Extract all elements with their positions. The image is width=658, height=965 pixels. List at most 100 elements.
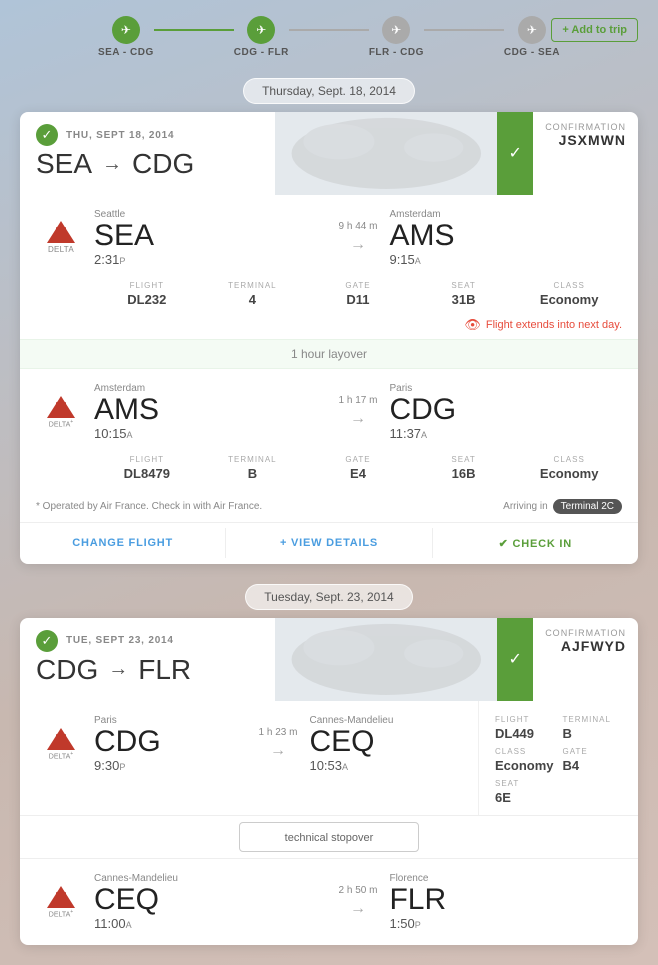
- date-pill-1: Thursday, Sept. 18, 2014: [0, 78, 658, 104]
- card1-f1-dep-code: SEA: [94, 221, 327, 251]
- card2-f1-duration: 1 h 23 m →: [247, 727, 310, 760]
- card2-airline2-name: DELTA+: [49, 909, 73, 918]
- card2-f2-arrow: →: [350, 900, 366, 918]
- card2-confirmation: CONFIRMATION AJFWYD: [533, 618, 638, 701]
- card2-f2-arr-code: FLR: [389, 885, 622, 915]
- card2-header-main: ✓ TUE, SEPT 23, 2014 CDG → FLR: [20, 618, 275, 701]
- nav-line-1: [154, 29, 234, 31]
- card1-f2-departure: Amsterdam AMS 10:15A: [86, 383, 327, 441]
- card1-conf-label: CONFIRMATION: [545, 122, 626, 132]
- card1-f2-arr-time: 11:37A: [389, 426, 622, 441]
- card2-map: [275, 618, 498, 701]
- step-icon-1: ✈: [112, 16, 140, 44]
- card1-status-bar: ✓: [497, 112, 533, 195]
- card2-flight2-row: DELTA+ Cannes-Mandelieu CEQ 11:00A 2 h 5…: [20, 859, 638, 945]
- card2-airline1-name: DELTA+: [49, 751, 73, 760]
- card1-header-main: ✓ THU, SEPT 18, 2014 SEA → CDG: [20, 112, 275, 195]
- card2-f2-dep-city: Cannes-Mandelieu: [94, 873, 327, 884]
- card2-f1-arrival: Cannes-Mandelieu CEQ 10:53A: [309, 715, 462, 773]
- eye-icon: 👁: [464, 317, 481, 333]
- card1-airline2-logo: DELTA+: [36, 396, 86, 428]
- card1-route-arrow: →: [102, 153, 122, 176]
- card2-route: CDG → FLR: [36, 654, 259, 686]
- top-navigation: ✈ SEA - CDG ✈ CDG - FLR ✈ FLR - CDG ✈ CD…: [0, 0, 658, 66]
- card1-f2-arrival: Paris CDG 11:37A: [389, 383, 622, 441]
- technical-stopover-label: technical stopover: [239, 822, 419, 852]
- step-icon-3: ✈: [382, 16, 410, 44]
- card1-f2-duration: 1 h 17 m →: [327, 395, 390, 428]
- card1-confirmation: CONFIRMATION JSXMWN: [533, 112, 638, 195]
- card1-f1-class-col: CLASS Economy: [516, 281, 622, 307]
- card2-check-icon: ✓: [36, 630, 58, 652]
- card1-map: [275, 112, 498, 195]
- card2-f1-arr-time: 10:53A: [309, 758, 462, 773]
- card2-f1-arr-code: CEQ: [309, 727, 462, 757]
- card1-f2-arrow: →: [350, 410, 366, 428]
- card1-airline1-name: DELTA: [48, 245, 74, 254]
- card1-f1-flight-col: FLIGHT DL232: [94, 281, 200, 307]
- card1-route-from: SEA: [36, 148, 92, 180]
- card1-flight1-row: DELTA Seattle SEA 2:31P 9 h 44 m → Amste…: [20, 195, 638, 281]
- card2-f2-departure: Cannes-Mandelieu CEQ 11:00A: [86, 873, 327, 931]
- terminal-badge: Terminal 2C: [553, 499, 622, 514]
- card2-checkmark: ✓: [508, 649, 521, 669]
- view-details-button[interactable]: + VIEW DETAILS: [226, 523, 431, 563]
- card2-date-label: TUE, SEPT 23, 2014: [66, 635, 174, 646]
- card1-airline2-name: DELTA+: [49, 419, 73, 428]
- card1-note-text: * Operated by Air France. Check in with …: [36, 501, 262, 512]
- card1-f1-terminal-col: TERMINAL 4: [200, 281, 306, 307]
- card2-route-from: CDG: [36, 654, 98, 686]
- card1-f1-details: FLIGHT DL232 TERMINAL 4 GATE D11 SEAT 31…: [78, 281, 638, 317]
- stopover-text: technical stopover: [285, 832, 374, 844]
- step-label-1: SEA - CDG: [98, 47, 154, 58]
- date-pill-2: Tuesday, Sept. 23, 2014: [0, 584, 658, 610]
- card2-f1-dep-code: CDG: [94, 727, 247, 757]
- nav-step-flr-cdg[interactable]: ✈ FLR - CDG: [369, 16, 424, 58]
- card1-f1-seat-col: SEAT 31B: [411, 281, 517, 307]
- card2-f1-arrow: →: [270, 742, 286, 760]
- card1-header-wrap: ✓ THU, SEPT 18, 2014 SEA → CDG ✓ CONFIRM…: [20, 112, 638, 195]
- card1-f1-departure: Seattle SEA 2:31P: [86, 209, 327, 267]
- card1-layover: 1 hour layover: [20, 339, 638, 369]
- card2-f2-dep-code: CEQ: [94, 885, 327, 915]
- card2-f2-arr-city: Florence: [389, 873, 622, 884]
- card1-date-label: THU, SEPT 18, 2014: [66, 130, 174, 141]
- flight-card-1: ✓ THU, SEPT 18, 2014 SEA → CDG ✓ CONFIRM…: [20, 112, 638, 564]
- nav-step-cdg-flr[interactable]: ✈ CDG - FLR: [234, 16, 289, 58]
- step-icon-4: ✈: [518, 16, 546, 44]
- card1-check-icon: ✓: [36, 124, 58, 146]
- card1-checkmark: ✓: [508, 143, 521, 163]
- step-label-4: CDG - SEA: [504, 47, 560, 58]
- card1-f2-details: FLIGHT DL8479 TERMINAL B GATE E4 SEAT 16…: [78, 455, 638, 491]
- card1-f1-arr-code: AMS: [389, 221, 622, 251]
- card2-f2-dep-time: 11:00A: [94, 916, 327, 931]
- card2-conf-label: CONFIRMATION: [545, 628, 626, 638]
- card1-conf-code: JSXMWN: [545, 132, 626, 148]
- card2-airline2-logo: DELTA+: [36, 886, 86, 918]
- nav-step-sea-cdg[interactable]: ✈ SEA - CDG: [98, 16, 154, 58]
- card1-f2-dep-time: 10:15A: [94, 426, 327, 441]
- check-in-button[interactable]: ✔ CHECK IN: [433, 523, 638, 564]
- flight-steps: ✈ SEA - CDG ✈ CDG - FLR ✈ FLR - CDG ✈ CD…: [98, 16, 560, 58]
- card1-f2-arr-code: CDG: [389, 395, 622, 425]
- step-label-3: FLR - CDG: [369, 47, 424, 58]
- card2-status-bar: ✓: [497, 618, 533, 701]
- card2-f1-dep-time: 9:30P: [94, 758, 247, 773]
- card1-route: SEA → CDG: [36, 148, 259, 180]
- card2-header-wrap: ✓ TUE, SEPT 23, 2014 CDG → FLR ✓ CONFIRM…: [20, 618, 638, 701]
- card1-f1-gate-col: GATE D11: [305, 281, 411, 307]
- card1-flight2-row: DELTA+ Amsterdam AMS 10:15A 1 h 17 m → P…: [20, 369, 638, 455]
- card2-f1-departure: Paris CDG 9:30P: [86, 715, 247, 773]
- card1-f1-arrival: Amsterdam AMS 9:15A: [389, 209, 622, 267]
- card2-f2-duration: 2 h 50 m →: [327, 885, 390, 918]
- step-icon-2: ✈: [247, 16, 275, 44]
- step-label-2: CDG - FLR: [234, 47, 289, 58]
- card1-airline1-logo: DELTA: [36, 221, 86, 254]
- card1-route-to: CDG: [132, 148, 194, 180]
- change-flight-button[interactable]: CHANGE FLIGHT: [20, 523, 225, 563]
- card2-f1-section: DELTA+ Paris CDG 9:30P 1 h 23 m → Cannes…: [20, 701, 638, 815]
- card2-flight1-row: DELTA+ Paris CDG 9:30P 1 h 23 m → Cannes…: [20, 701, 478, 787]
- add-to-trip-button[interactable]: + Add to trip: [551, 18, 638, 42]
- card2-route-to: FLR: [138, 654, 191, 686]
- card2-route-arrow: →: [108, 658, 128, 681]
